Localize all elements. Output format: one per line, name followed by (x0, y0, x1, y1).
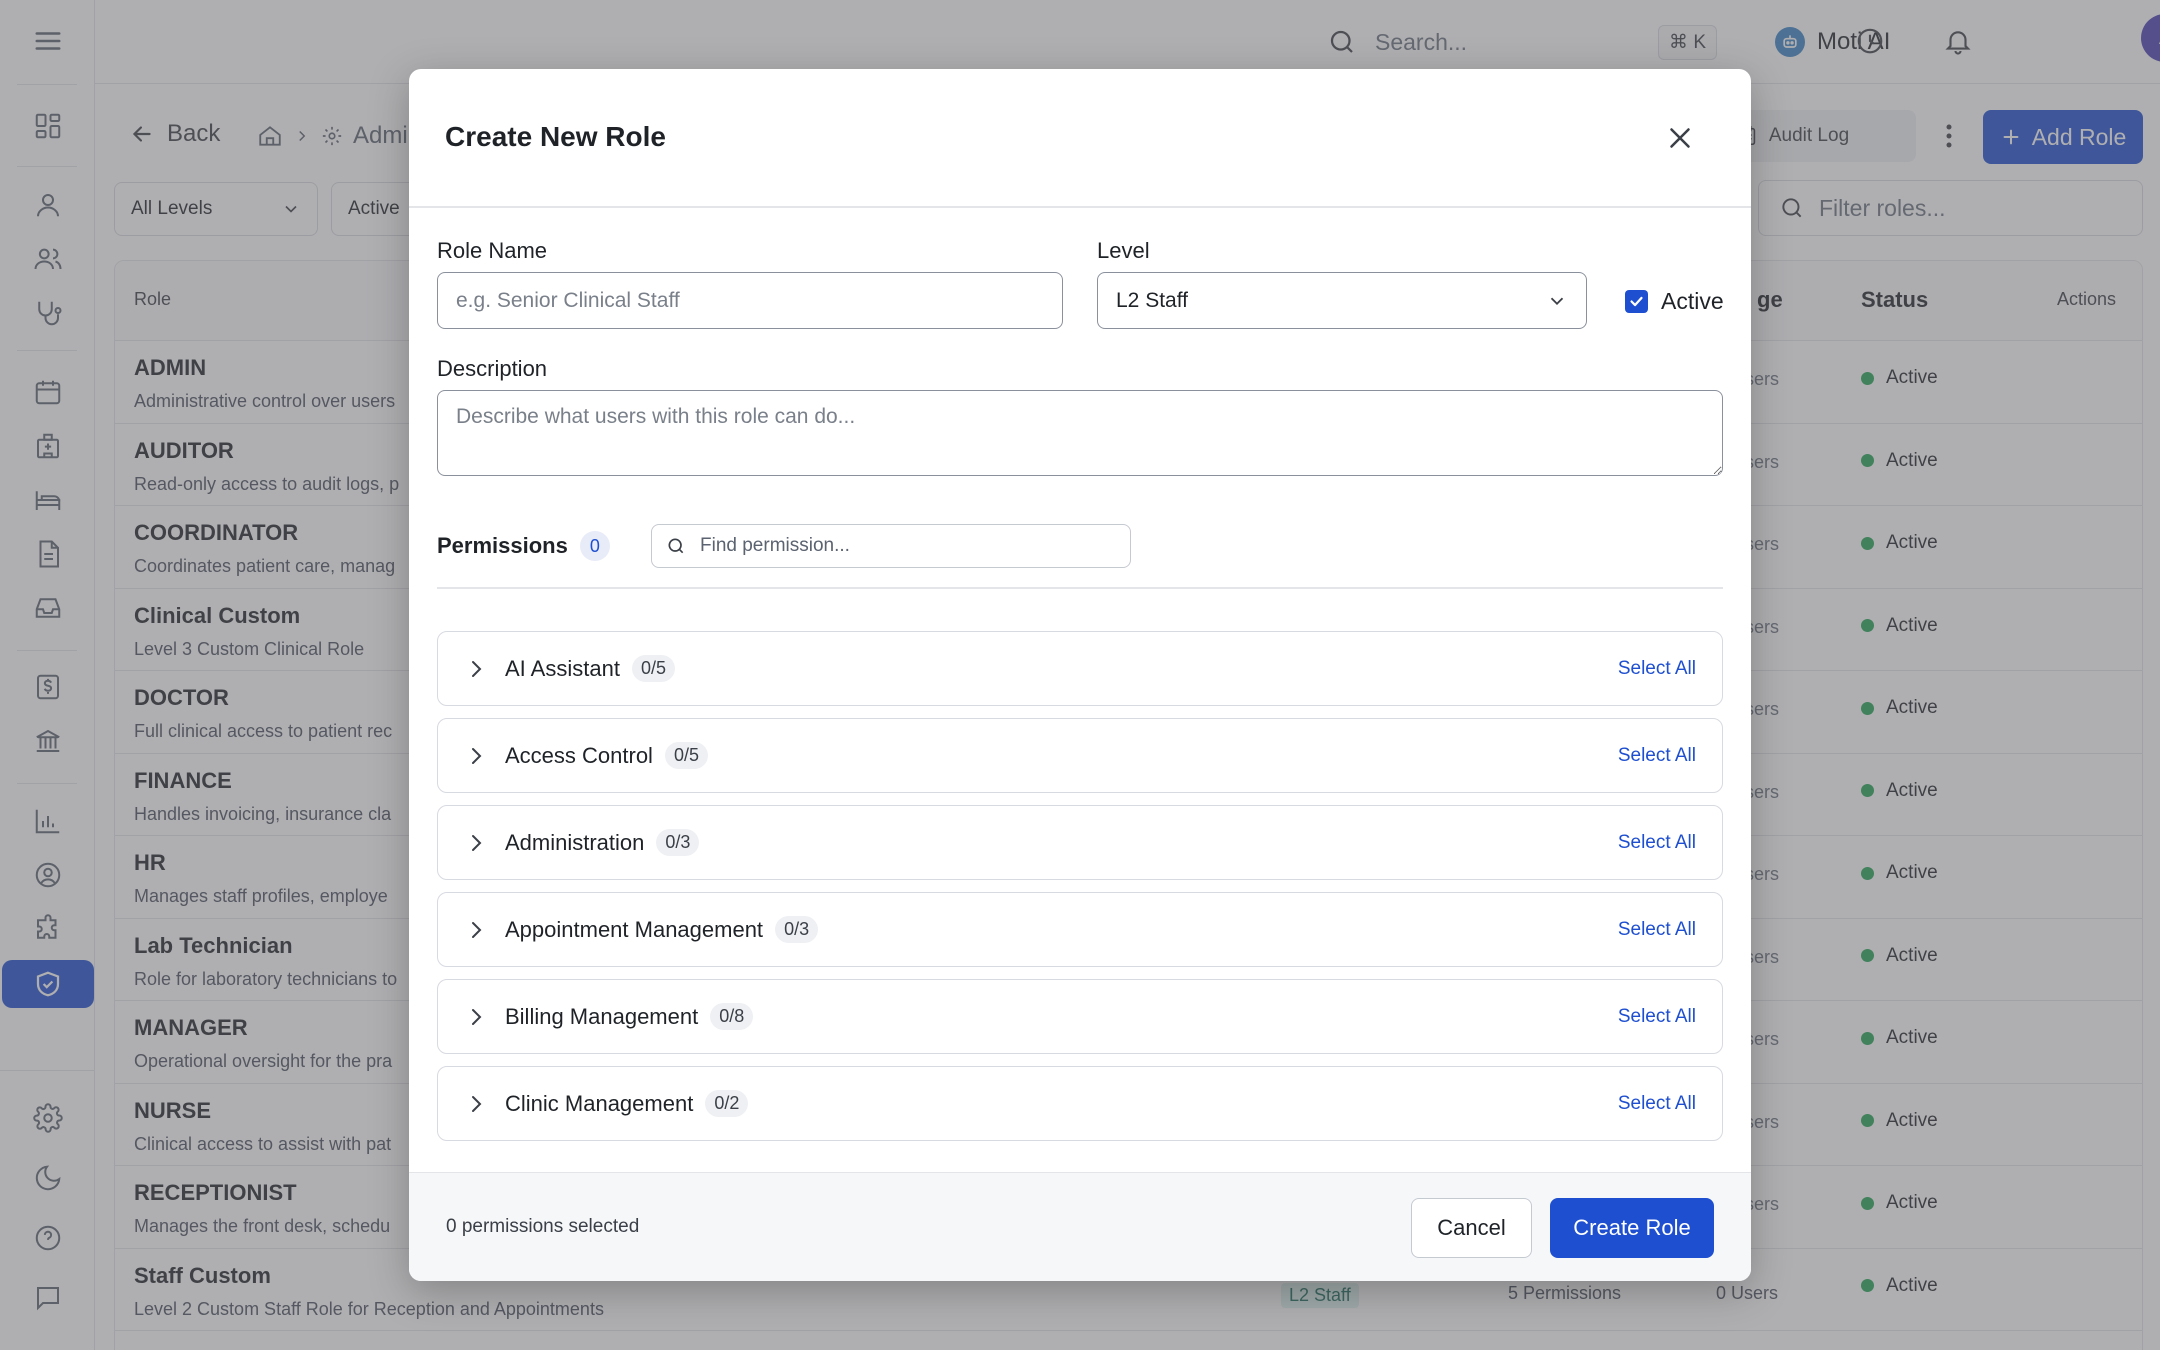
description-input[interactable] (437, 390, 1723, 476)
chevron-right-icon[interactable] (464, 1005, 488, 1029)
dialog-footer: 0 permissions selected Cancel Create Rol… (409, 1172, 1751, 1281)
description-label: Description (437, 356, 548, 381)
permission-group-count: 0/5 (664, 742, 708, 769)
chevron-right-icon[interactable] (464, 1092, 488, 1116)
role-name-input[interactable] (437, 272, 1063, 329)
active-checkbox-label[interactable]: Active (1661, 288, 1724, 315)
select-all-button[interactable]: Select All (1618, 1006, 1696, 1028)
find-permission-placeholder: Find permission... (700, 535, 850, 556)
permission-group-name: Access Control (505, 743, 653, 768)
search-icon (668, 538, 684, 554)
chevron-right-icon[interactable] (464, 657, 488, 681)
selected-count-text: 0 permissions selected (446, 1216, 640, 1237)
permissions-count-badge: 0 (579, 531, 610, 561)
permission-group[interactable]: Access Control 0/5 Select All (437, 718, 1723, 793)
permission-group-count: 0/5 (631, 655, 675, 682)
chevron-right-icon[interactable] (464, 831, 488, 855)
permission-group-count: 0/3 (775, 916, 819, 943)
permissions-title: Permissions (437, 533, 568, 558)
cancel-button[interactable]: Cancel (1411, 1198, 1532, 1258)
create-role-dialog: Create New Role Role Name Level L2 Staff… (409, 69, 1751, 1281)
permission-group-count: 0/3 (656, 829, 700, 856)
create-role-button[interactable]: Create Role (1550, 1198, 1714, 1258)
permission-group-name: Billing Management (505, 1004, 699, 1029)
role-name-label: Role Name (437, 238, 548, 263)
permission-group[interactable]: Clinic Management 0/2 Select All (437, 1066, 1723, 1141)
select-all-button[interactable]: Select All (1618, 919, 1696, 941)
permission-groups: AI Assistant 0/5 Select All Access Control 0… (409, 589, 1751, 1141)
permission-group-count: 0/2 (705, 1090, 749, 1117)
dialog-title: Create New Role (445, 121, 666, 152)
permission-group-name: AI Assistant (505, 656, 620, 681)
level-select[interactable]: L2 Staff (1097, 272, 1587, 329)
permission-group-name: Administration (505, 830, 645, 855)
select-all-button[interactable]: Select All (1618, 658, 1696, 680)
check-icon (1630, 296, 1643, 307)
permissions-header: Permissions 0 (437, 531, 610, 561)
level-select-value: L2 Staff (1116, 288, 1189, 312)
close-icon[interactable] (1663, 121, 1697, 155)
chevron-right-icon[interactable] (464, 744, 488, 768)
permission-group-name: Appointment Management (505, 917, 764, 942)
permission-group[interactable]: Billing Management 0/8 Select All (437, 979, 1723, 1054)
permission-group-name: Clinic Management (505, 1091, 694, 1116)
select-all-button[interactable]: Select All (1618, 832, 1696, 854)
level-label: Level (1097, 238, 1150, 263)
dialog-header: Create New Role (409, 69, 1751, 208)
active-checkbox[interactable] (1625, 290, 1648, 313)
select-all-button[interactable]: Select All (1618, 745, 1696, 767)
chevron-right-icon[interactable] (464, 918, 488, 942)
chevron-down-icon (1550, 297, 1564, 305)
find-permission-input[interactable]: Find permission... (651, 524, 1131, 568)
select-all-button[interactable]: Select All (1618, 1093, 1696, 1115)
permission-group[interactable]: AI Assistant 0/5 Select All (437, 631, 1723, 706)
permission-group[interactable]: Appointment Management 0/3 Select All (437, 892, 1723, 967)
permission-group-count: 0/8 (710, 1003, 754, 1030)
permission-group[interactable]: Administration 0/3 Select All (437, 805, 1723, 880)
